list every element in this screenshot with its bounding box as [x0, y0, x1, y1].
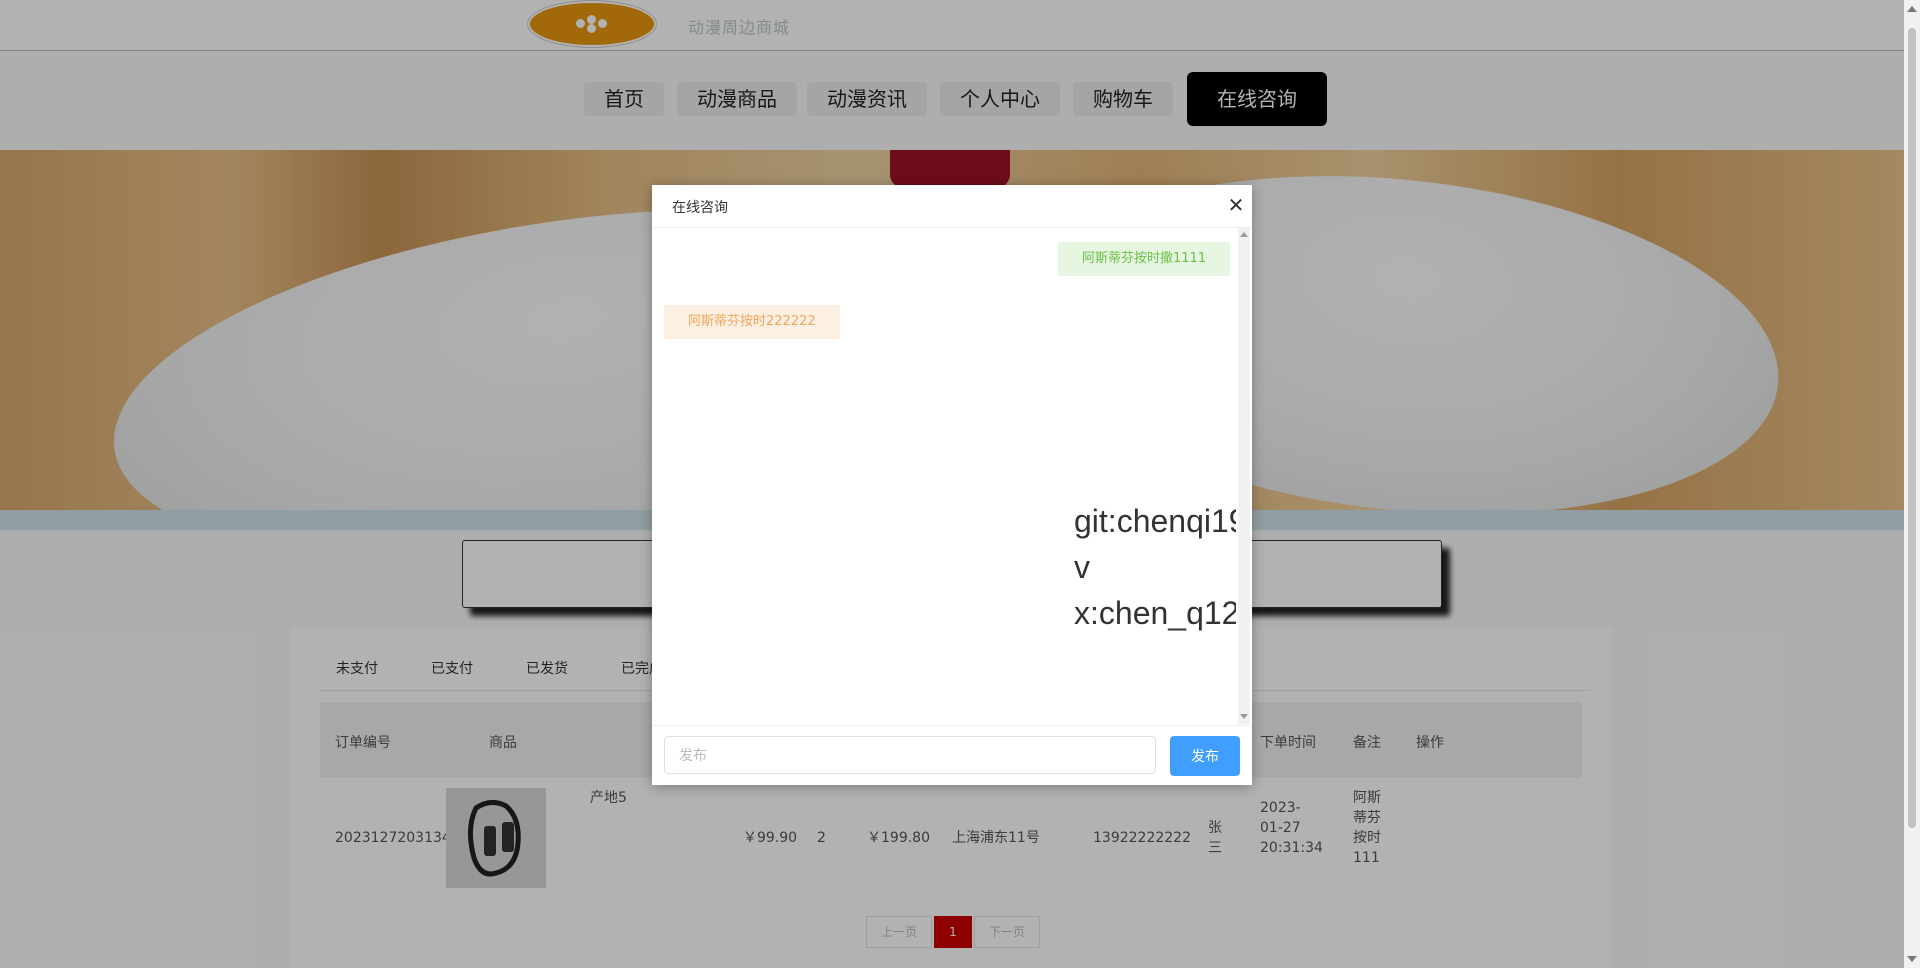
watermark-line-1: git:chenqi199	[1074, 503, 1236, 539]
chat-scroll-up-icon[interactable]	[1240, 232, 1248, 237]
dialog-footer: 发布	[652, 725, 1252, 786]
dialog-header: 在线咨询 ✕	[652, 185, 1252, 228]
watermark-line-2: v x:chen_q123456	[1074, 549, 1236, 631]
dialog-title: 在线咨询	[672, 200, 728, 216]
scroll-down-icon[interactable]	[1907, 956, 1917, 962]
message-input[interactable]	[664, 736, 1156, 774]
close-icon[interactable]: ✕	[1226, 195, 1246, 215]
watermark-text: git:chenqi199 v x:chen_q123456	[1074, 498, 1236, 636]
chat-area[interactable]: 阿斯蒂芬按时撒1111 阿斯蒂芬按时222222 git:chenqi199 v…	[652, 228, 1236, 724]
chat-scroll-down-icon[interactable]	[1240, 714, 1248, 719]
page-scrollbar[interactable]	[1904, 0, 1920, 968]
scrollbar-thumb[interactable]	[1908, 28, 1916, 828]
chat-scrollbar[interactable]	[1238, 228, 1250, 724]
scroll-up-icon[interactable]	[1907, 6, 1917, 12]
send-button[interactable]: 发布	[1170, 736, 1240, 776]
chat-message-sent: 阿斯蒂芬按时撒1111	[1058, 242, 1231, 276]
online-consult-dialog: 在线咨询 ✕ 阿斯蒂芬按时撒1111 阿斯蒂芬按时222222 git:chen…	[652, 185, 1252, 785]
chat-message-received: 阿斯蒂芬按时222222	[664, 305, 840, 339]
